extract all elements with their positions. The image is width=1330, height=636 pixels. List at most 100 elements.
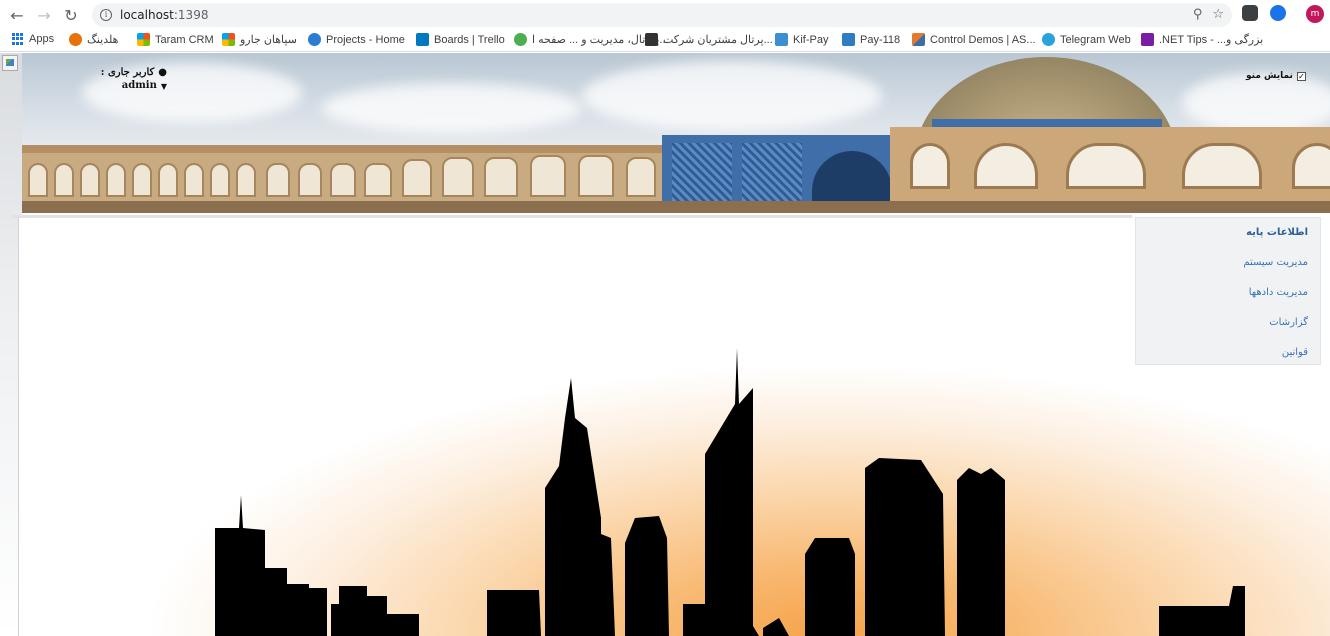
arcade-arch [54,163,74,197]
building-shape [487,590,541,636]
main-content-area [18,218,1330,636]
building-shape [683,604,705,636]
building-shape [331,586,419,636]
vs-favicon-icon [1141,33,1154,46]
profile-avatar[interactable]: m [1306,5,1324,23]
sidebar-item-basic-info[interactable]: اطلاعات پایه [1136,218,1320,248]
building-shape [705,348,759,636]
tilework [742,143,802,209]
arcade-arch [1066,143,1146,189]
show-menu-checkbox[interactable]: ✓ [1296,71,1306,81]
arcade-arch [1182,143,1262,189]
apps-grid-icon [12,33,24,45]
arcade-arch [626,157,656,197]
arcade-arch [578,155,614,197]
current-user-label: کاربر جاری : [100,67,155,78]
holding-favicon-icon [69,33,82,46]
page-viewport: کاربر جاری : ● admin ▼ نمایش منو ✓ اطلاع… [0,53,1330,636]
city-skyline-illustration [215,348,1245,636]
bookmark-net-tips[interactable]: .NET Tips - ...بزرگی و [1141,33,1263,46]
extension-icon[interactable] [1242,5,1258,21]
building-shape [625,516,669,636]
star-icon[interactable]: ☆ [1212,7,1224,22]
arcade-arch [298,163,322,197]
building-shape [957,468,1005,636]
sidebar-item-reports[interactable]: گزارشات [1136,308,1320,338]
building-shape [215,495,265,636]
bookmark-projects[interactable]: Projects - Home [308,33,405,46]
bookmark-apps[interactable]: Apps [12,33,54,45]
tilework [672,143,732,209]
sidebar-item-system-management[interactable]: مدیریت سیستم [1136,248,1320,278]
portal-favicon-icon [645,33,658,46]
skyline-silhouette [215,348,1245,636]
chrome-favicon-icon [514,33,527,46]
bookmark-kif-pay[interactable]: Kif-Pay [775,33,828,46]
username-text: admin [121,80,157,91]
bookmark-sepahan[interactable]: سپاهان جارو [222,33,297,46]
pay-118-favicon-icon [842,33,855,46]
bookmark-trello[interactable]: Boards | Trello [416,33,505,46]
arcade-arch [266,163,290,197]
show-menu-toggle[interactable]: نمایش منو ✓ [1246,71,1306,81]
bookmarks-bar: Apps هلدینگ Taram CRM سپاهان جارو Projec… [0,30,1330,52]
arcade-arch [106,163,126,197]
broken-image-icon [2,55,18,71]
arcade-arch [442,157,474,197]
browser-toolbar: ← → ↻ i localhost:1398 ⚲ ☆ m [0,0,1330,30]
cloud-shape [322,83,582,133]
bookmark-control-demos[interactable]: Control Demos | AS... [912,33,1036,46]
building-shape [763,618,789,636]
arcade-arch [28,163,48,197]
building-shape [265,568,327,636]
arcade-arch [330,163,356,197]
arcade-arch [530,155,566,197]
trello-favicon-icon [416,33,429,46]
arcade-arch [210,163,230,197]
telegram-favicon-icon [1042,33,1055,46]
bookmark-customers-portal[interactable]: پرتال مشتریان شرکت... [645,33,773,46]
caret-down-icon: ▼ [160,80,167,91]
address-bar[interactable]: i localhost:1398 ⚲ ☆ [92,3,1232,27]
user-icon: ● [158,67,167,78]
back-arrow-icon[interactable]: ← [6,4,28,26]
address-url: localhost:1398 [120,8,209,22]
arcade-arch [364,163,392,197]
arcade-arch [184,163,204,197]
arcade-arch [132,163,152,197]
arcade-arch [80,163,100,197]
devops-favicon-icon [308,33,321,46]
bookmark-holding[interactable]: هلدینگ [69,33,118,46]
bookmark-taram-crm[interactable]: Taram CRM [137,33,214,46]
arcade-arch [910,143,950,189]
building-shape [865,458,945,636]
banner-ground [22,201,1330,213]
sidebar-item-data-management[interactable]: مدیریت دادهها [1136,278,1320,308]
microsoft-favicon-icon [137,33,150,46]
cloud-shape [582,61,882,131]
arcade-arch [402,159,432,197]
building-shape [545,378,615,636]
forward-arrow-icon[interactable]: → [33,4,55,26]
extension-2-icon[interactable] [1270,5,1286,21]
bookmark-telegram[interactable]: Telegram Web [1042,33,1131,46]
building-shape [805,538,855,636]
sidebar-menu: اطلاعات پایه مدیریت سیستم مدیریت دادهها … [1135,217,1321,365]
cloud-shape [1182,73,1330,133]
site-info-icon[interactable]: i [100,9,112,21]
building-shape [1159,586,1245,636]
microsoft-favicon-icon [222,33,235,46]
reload-icon[interactable]: ↻ [60,4,82,26]
header-banner: کاربر جاری : ● admin ▼ نمایش منو ✓ [22,53,1330,213]
user-dropdown[interactable]: admin ▼ [97,80,167,91]
arcade-arch [158,163,178,197]
arcade-arch [236,163,256,197]
current-user-box: کاربر جاری : ● admin ▼ [97,67,167,91]
bookmark-pay-118[interactable]: Pay-118 [842,33,900,46]
sidebar-item-rules[interactable]: قوانین [1136,338,1320,368]
show-menu-label: نمایش منو [1246,71,1293,81]
arcade-arch [484,157,518,197]
key-icon[interactable]: ⚲ [1193,7,1203,22]
kif-pay-favicon-icon [775,33,788,46]
demos-favicon-icon [912,33,925,46]
